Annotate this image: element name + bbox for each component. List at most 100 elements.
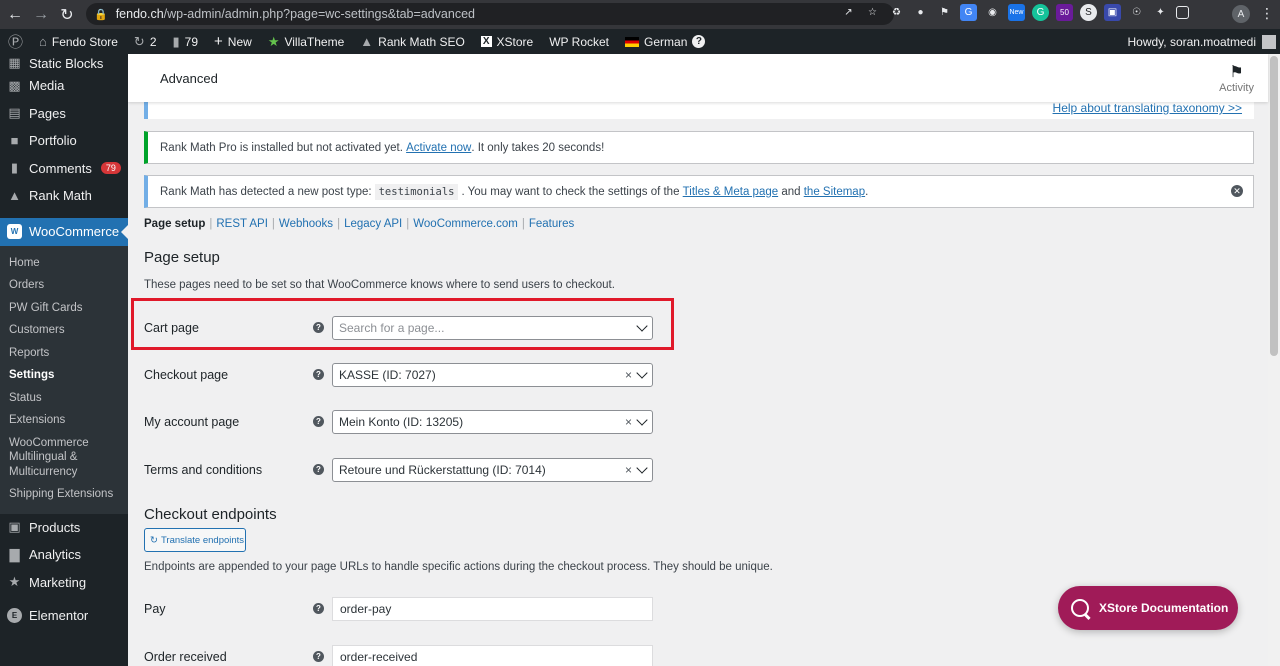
- translation-help-link[interactable]: Help about translating taxonomy >>: [1053, 101, 1242, 115]
- help-tip-icon[interactable]: ?: [313, 651, 324, 662]
- language-switcher[interactable]: German?: [617, 29, 713, 54]
- rankmath-link[interactable]: ▲ Rank Math SEO: [352, 29, 473, 54]
- subnav-webhooks[interactable]: Webhooks: [279, 218, 333, 230]
- screen-capture-icon[interactable]: ▣: [1104, 4, 1121, 21]
- terms-page-select[interactable]: Retoure und Rückerstattung (ID: 7014) ×: [332, 458, 653, 482]
- star-icon[interactable]: ☆: [864, 4, 881, 21]
- submenu-multilingual[interactable]: WooCommerce Multilingual & Multicurrency: [0, 432, 128, 484]
- xstore-documentation-button[interactable]: XStore Documentation: [1058, 586, 1238, 630]
- menu-products[interactable]: ▣ Products: [0, 514, 128, 542]
- xstore-link[interactable]: X XStore: [473, 29, 541, 54]
- wprocket-link[interactable]: WP Rocket: [541, 29, 617, 54]
- sitemap-link[interactable]: the Sitemap: [804, 186, 865, 198]
- wp-admin-bar: Ⓟ ⌂ Fendo Store ↻ 2 ▮ 79 + New ★ VillaTheme ▲…: [0, 29, 1280, 54]
- subnav-rest-api[interactable]: REST API: [216, 218, 268, 230]
- subnav-page-setup[interactable]: Page setup: [144, 218, 205, 230]
- new-extension-icon[interactable]: New: [1008, 4, 1025, 21]
- network-icon[interactable]: ☉: [1128, 4, 1145, 21]
- admin-sidebar: ▦ Static Blocks ▩ Media ▤ Pages ■ Portfolio …: [0, 54, 128, 666]
- submenu-customers[interactable]: Customers: [0, 319, 128, 342]
- submenu-extensions[interactable]: Extensions: [0, 409, 128, 432]
- order-received-endpoint-input[interactable]: order-received: [332, 645, 653, 666]
- static-blocks-icon: ▦: [8, 55, 21, 70]
- updates-link[interactable]: ↻ 2: [126, 29, 165, 54]
- titles-meta-link[interactable]: Titles & Meta page: [683, 186, 778, 198]
- submenu-reports[interactable]: Reports: [0, 342, 128, 365]
- question-icon: ?: [692, 35, 706, 48]
- menu-elementor[interactable]: E Elementor: [0, 602, 128, 630]
- subnav-features[interactable]: Features: [529, 218, 574, 230]
- clear-selection-icon[interactable]: ×: [625, 368, 632, 382]
- pay-endpoint-row: Pay ? order-pay: [144, 597, 664, 621]
- menu-media[interactable]: ▩ Media: [0, 72, 128, 100]
- rankmath-pro-notice: Rank Math Pro is installed but not activ…: [144, 131, 1254, 164]
- menu-woocommerce[interactable]: W WooCommerce: [0, 217, 128, 246]
- clear-selection-icon[interactable]: ×: [625, 463, 632, 477]
- translate-extension-icon[interactable]: G: [960, 4, 977, 21]
- activity-flag-icon: ⚑: [1229, 64, 1244, 81]
- my-account-page-select[interactable]: Mein Konto (ID: 13205) ×: [332, 410, 653, 434]
- reload-icon[interactable]: ↻: [56, 4, 78, 26]
- wp-logo-icon[interactable]: Ⓟ: [0, 29, 31, 54]
- scrollbar-thumb[interactable]: [1270, 56, 1278, 356]
- help-tip-icon[interactable]: ?: [313, 603, 324, 614]
- profile-avatar[interactable]: A: [1232, 5, 1250, 23]
- subnav-legacy-api[interactable]: Legacy API: [344, 218, 402, 230]
- cart-page-select[interactable]: Search for a page...: [332, 316, 653, 340]
- activate-now-link[interactable]: Activate now: [406, 142, 471, 154]
- menu-analytics[interactable]: ▇ Analytics: [0, 541, 128, 569]
- activity-panel-button[interactable]: ⚑ Activity: [1219, 62, 1254, 94]
- woocommerce-submenu: Home Orders PW Gift Cards Customers Repo…: [0, 245, 128, 514]
- menu-pages[interactable]: ▤ Pages: [0, 100, 128, 128]
- submenu-shipping-extensions[interactable]: Shipping Extensions: [0, 483, 128, 506]
- checkout-page-row: Checkout page ? KASSE (ID: 7027) ×: [144, 363, 664, 387]
- menu-portfolio[interactable]: ■ Portfolio: [0, 127, 128, 155]
- sidebar-toggle-icon[interactable]: [1176, 6, 1189, 19]
- subnav-woocommerce-com[interactable]: WooCommerce.com: [413, 218, 518, 230]
- help-tip-icon[interactable]: ?: [313, 322, 324, 333]
- villatheme-link[interactable]: ★ VillaTheme: [260, 29, 352, 54]
- dismiss-notice-icon[interactable]: ✕: [1231, 185, 1243, 197]
- grammarly-icon[interactable]: G: [1032, 4, 1049, 21]
- help-tip-icon[interactable]: ?: [313, 416, 324, 427]
- woocommerce-icon: W: [7, 224, 22, 239]
- translate-endpoints-button[interactable]: ↻ Translate endpoints: [144, 528, 246, 552]
- account-menu[interactable]: Howdy, soran.moatmedi: [1128, 29, 1276, 54]
- pages-icon: ▤: [8, 105, 21, 121]
- pay-endpoint-input[interactable]: order-pay: [332, 597, 653, 621]
- rank-math-chart-icon: ▲: [360, 34, 374, 49]
- page-scrollbar[interactable]: [1268, 54, 1280, 666]
- flag-extension-icon[interactable]: ⚑: [936, 4, 953, 21]
- submenu-settings[interactable]: Settings: [0, 364, 128, 387]
- menu-static-blocks[interactable]: ▦ Static Blocks: [0, 54, 128, 72]
- comments-link[interactable]: ▮ 79: [165, 29, 207, 54]
- badge-50-icon[interactable]: 50: [1056, 4, 1073, 21]
- address-bar[interactable]: 🔒 fendo.ch/wp-admin/admin.php?page=wc-se…: [86, 3, 894, 25]
- recycle-icon[interactable]: ♻: [888, 4, 905, 21]
- submenu-gift-cards[interactable]: PW Gift Cards: [0, 297, 128, 320]
- submenu-orders[interactable]: Orders: [0, 274, 128, 297]
- globe-icon[interactable]: ●: [912, 4, 929, 21]
- submenu-status[interactable]: Status: [0, 387, 128, 410]
- camera-icon[interactable]: ◉: [984, 4, 1001, 21]
- menu-comments[interactable]: ▮ Comments 79: [0, 155, 128, 183]
- s-extension-icon[interactable]: S: [1080, 4, 1097, 21]
- elementor-icon: E: [7, 608, 22, 624]
- site-name-link[interactable]: ⌂ Fendo Store: [31, 29, 126, 54]
- villatheme-star-icon: ★: [267, 33, 280, 49]
- new-content-link[interactable]: + New: [206, 29, 260, 54]
- pay-endpoint-label: Pay: [144, 602, 166, 616]
- menu-marketing[interactable]: ★ Marketing: [0, 569, 128, 597]
- more-menu-icon[interactable]: ⋮: [1260, 5, 1274, 22]
- help-tip-icon[interactable]: ?: [313, 464, 324, 475]
- forward-arrow-icon[interactable]: →: [30, 4, 52, 26]
- help-tip-icon[interactable]: ?: [313, 369, 324, 380]
- share-icon[interactable]: ↗: [840, 4, 857, 21]
- checkout-page-select[interactable]: KASSE (ID: 7027) ×: [332, 363, 653, 387]
- home-icon: ⌂: [39, 34, 47, 49]
- back-arrow-icon[interactable]: ←: [4, 4, 26, 26]
- puzzle-icon[interactable]: ✦: [1152, 4, 1169, 21]
- menu-rank-math[interactable]: ▲ Rank Math: [0, 182, 128, 210]
- submenu-home[interactable]: Home: [0, 252, 128, 275]
- clear-selection-icon[interactable]: ×: [625, 415, 632, 429]
